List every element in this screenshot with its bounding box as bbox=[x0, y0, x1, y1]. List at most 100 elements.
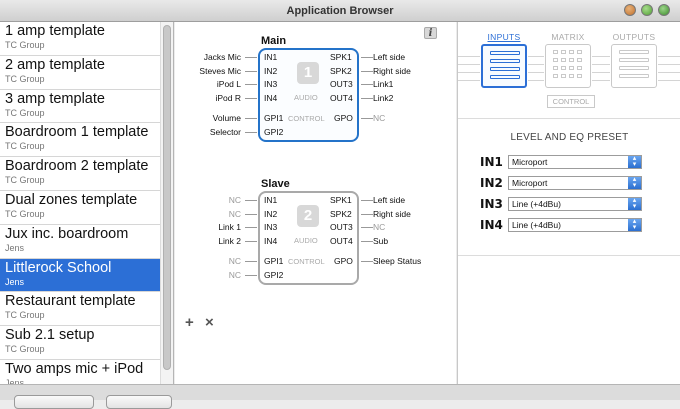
connector-line bbox=[361, 118, 373, 119]
input-label: IN4 bbox=[480, 218, 503, 232]
port-label: OUT3 bbox=[330, 79, 353, 89]
connection-label: Steves Mic bbox=[199, 65, 241, 76]
template-name: Sub 2.1 setup bbox=[5, 327, 95, 344]
template-author: TC Group bbox=[5, 310, 45, 321]
matrix-cell bbox=[577, 58, 582, 62]
list-item[interactable]: Restaurant template TC Group bbox=[0, 292, 160, 327]
unit-box-main[interactable]: 1 IN1 IN2 IN3 IN4 SPK1 SPK2 OUT3 OUT4 AUDIO CONTRO… bbox=[258, 48, 359, 142]
scrollbar-thumb[interactable] bbox=[163, 25, 171, 370]
template-list-scrollbar[interactable] bbox=[160, 22, 173, 384]
add-unit-button[interactable]: + bbox=[185, 314, 194, 331]
list-item[interactable]: 1 amp template TC Group bbox=[0, 22, 160, 56]
list-item[interactable]: Two amps mic + iPod Jens bbox=[0, 360, 160, 384]
port-label: SPK2 bbox=[330, 208, 352, 219]
matrix-cell bbox=[553, 66, 558, 70]
connection-label: Sub bbox=[373, 235, 389, 246]
eq-preset-select[interactable]: Microport ▴ ▾ bbox=[508, 176, 642, 190]
eq-preset-select[interactable]: Line (+4dBu) ▴ ▾ bbox=[508, 218, 642, 232]
connector-line bbox=[245, 227, 257, 228]
matrix-cell bbox=[553, 74, 558, 78]
zoom-icon[interactable] bbox=[641, 4, 653, 16]
port-label: IN2 bbox=[264, 208, 278, 219]
connector-line bbox=[245, 84, 257, 85]
info-icon[interactable]: i bbox=[424, 27, 437, 39]
connector-line bbox=[361, 97, 373, 99]
list-item[interactable]: 3 amp template TC Group bbox=[0, 90, 160, 124]
list-item[interactable]: Jux inc. boardroom Jens bbox=[0, 225, 160, 259]
bottom-bar bbox=[0, 384, 680, 409]
remove-unit-button[interactable]: × bbox=[205, 314, 214, 331]
connector-line bbox=[361, 261, 373, 262]
matrix-cell bbox=[577, 74, 582, 78]
outputs-icon bbox=[611, 44, 657, 88]
template-name: Littlerock School bbox=[5, 259, 112, 276]
control-button[interactable]: CONTROL bbox=[547, 95, 595, 108]
unit-number-badge: 1 bbox=[297, 62, 319, 84]
template-name: 3 amp template bbox=[5, 90, 105, 107]
connector-line bbox=[245, 200, 257, 201]
template-author: TC Group bbox=[5, 141, 45, 152]
bottom-button-left[interactable] bbox=[14, 395, 94, 409]
matrix-cell bbox=[569, 74, 574, 78]
eq-preset-value: Line (+4dBu) bbox=[512, 199, 561, 209]
list-item[interactable]: Dual zones template TC Group bbox=[0, 191, 160, 225]
list-item[interactable]: Boardroom 2 template TC Group bbox=[0, 157, 160, 191]
input-label: IN2 bbox=[480, 176, 503, 190]
matrix-cell bbox=[577, 66, 582, 70]
port-label: IN3 bbox=[264, 222, 278, 232]
connection-label: iPod L bbox=[216, 79, 241, 89]
audio-label: AUDIO bbox=[294, 93, 318, 102]
inputs-icon bbox=[481, 44, 527, 88]
list-item[interactable]: Sub 2.1 setup TC Group bbox=[0, 326, 160, 360]
template-author: TC Group bbox=[5, 175, 45, 186]
connection-label: iPod R bbox=[215, 92, 241, 103]
template-author: TC Group bbox=[5, 73, 45, 84]
port-label: GPI2 bbox=[264, 127, 284, 137]
template-name: Jux inc. boardroom bbox=[5, 225, 129, 242]
matrix-cell bbox=[561, 74, 566, 78]
connection-label: Link1 bbox=[373, 79, 394, 89]
tab-inputs[interactable]: INPUTS bbox=[480, 32, 528, 88]
connection-label: NC bbox=[228, 195, 241, 205]
eq-preset-value: Microport bbox=[512, 178, 548, 188]
audio-label: AUDIO bbox=[294, 236, 318, 245]
template-name: Restaurant template bbox=[5, 293, 136, 310]
input-label: IN3 bbox=[480, 197, 503, 211]
eq-preset-select[interactable]: Microport ▴ ▾ bbox=[508, 155, 642, 169]
tab-inputs-label: INPUTS bbox=[487, 32, 521, 42]
connector-line bbox=[245, 57, 257, 58]
bottom-button-right[interactable] bbox=[106, 395, 172, 409]
template-name: Boardroom 1 template bbox=[5, 124, 149, 141]
template-author: TC Group bbox=[5, 344, 45, 355]
template-name: Dual zones template bbox=[5, 191, 138, 208]
unit-box-slave[interactable]: 2 IN1 IN2 IN3 IN4 SPK1 SPK2 OUT3 OUT4 AUDIO CONTRO… bbox=[258, 191, 359, 285]
connector-line bbox=[361, 240, 373, 242]
port-label: GPO bbox=[334, 113, 353, 123]
template-list: 1 amp template TC Group 2 amp template TC G… bbox=[0, 22, 160, 384]
connection-label: Left side bbox=[373, 195, 406, 205]
select-arrows-icon: ▴ ▾ bbox=[628, 218, 641, 231]
port-label: IN2 bbox=[264, 65, 278, 76]
select-arrows-icon: ▴ ▾ bbox=[628, 197, 641, 210]
unit-number-badge: 2 bbox=[297, 205, 319, 227]
connection-label: Link 1 bbox=[218, 222, 241, 232]
minimize-icon[interactable] bbox=[624, 4, 636, 16]
template-name: Boardroom 2 template bbox=[5, 158, 149, 175]
connection-label: NC bbox=[373, 113, 386, 123]
list-item[interactable]: 2 amp template TC Group bbox=[0, 56, 160, 90]
close-icon[interactable] bbox=[658, 4, 670, 16]
port-label: IN1 bbox=[264, 52, 278, 62]
matrix-cell bbox=[569, 66, 574, 70]
eq-preset-select[interactable]: Line (+4dBu) ▴ ▾ bbox=[508, 197, 642, 211]
port-label: SPK2 bbox=[330, 65, 352, 76]
connection-label: Link2 bbox=[373, 92, 394, 103]
list-item[interactable]: Boardroom 1 template TC Group bbox=[0, 123, 160, 158]
connector-line bbox=[245, 97, 257, 99]
template-author: Jens bbox=[5, 242, 25, 253]
matrix-cell bbox=[553, 50, 558, 54]
list-item[interactable]: Littlerock School Jens bbox=[0, 258, 160, 293]
connector-line bbox=[245, 240, 257, 242]
tab-outputs[interactable]: OUTPUTS bbox=[610, 32, 658, 88]
connector-line bbox=[361, 57, 373, 58]
tab-matrix[interactable]: MATRIX bbox=[544, 32, 592, 88]
